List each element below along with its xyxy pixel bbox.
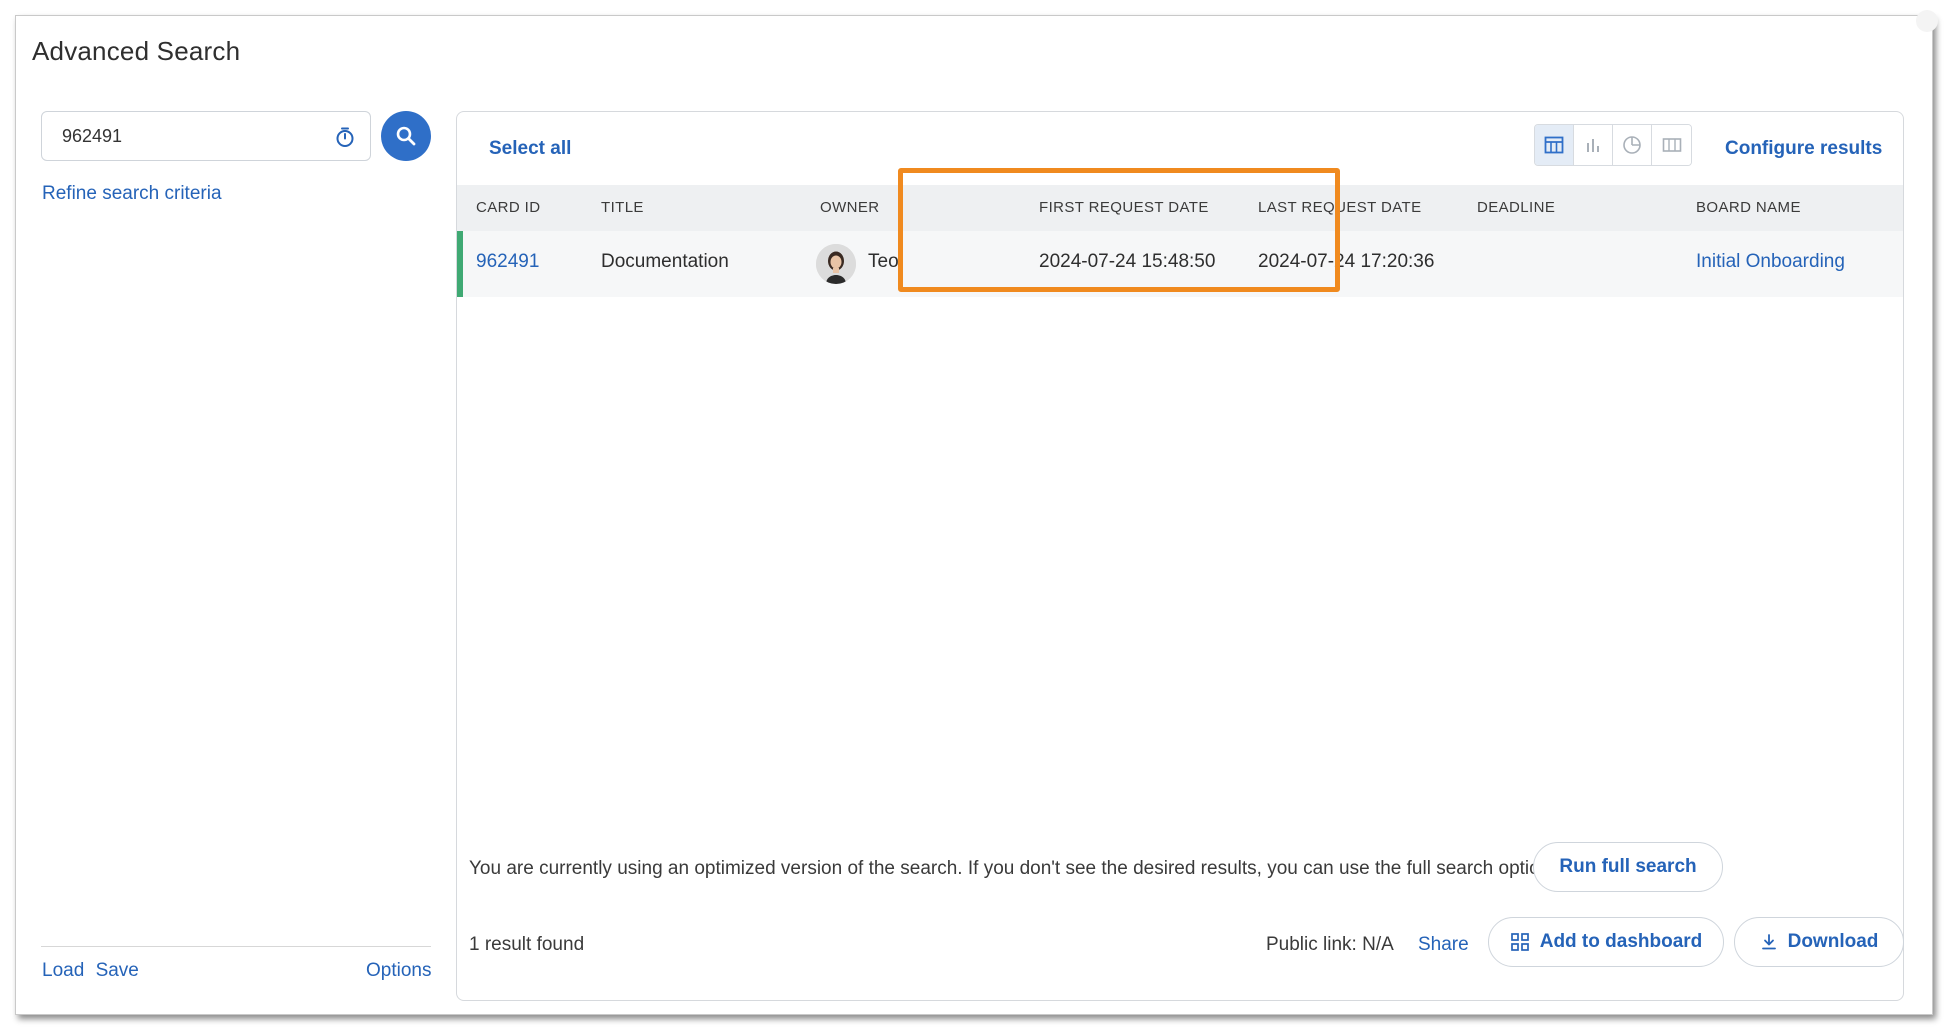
search-input[interactable] <box>42 112 322 160</box>
table-header: CARD ID TITLE OWNER FIRST REQUEST DATE L… <box>457 185 1903 231</box>
result-count: 1 result found <box>469 934 585 955</box>
view-switcher <box>1534 124 1692 166</box>
optimized-search-notice: You are currently using an optimized ver… <box>469 858 1551 879</box>
add-to-dashboard-button[interactable]: Add to dashboard <box>1488 917 1724 967</box>
card-id-link[interactable]: 962491 <box>476 251 539 273</box>
avatar <box>816 244 856 284</box>
add-to-dashboard-label: Add to dashboard <box>1539 931 1703 952</box>
select-all-link[interactable]: Select all <box>489 138 571 160</box>
column-header-board-name[interactable]: BOARD NAME <box>1696 199 1801 216</box>
columns-view-icon[interactable] <box>1652 125 1691 165</box>
table-row[interactable]: 962491 Documentation Teo 2024-07-24 15:4… <box>457 231 1903 297</box>
last-request-date: 2024-07-24 17:20:36 <box>1258 251 1435 272</box>
dialog-corner <box>1916 10 1938 32</box>
share-link[interactable]: Share <box>1418 934 1469 956</box>
column-header-last-request-date[interactable]: LAST REQUEST DATE <box>1258 199 1422 216</box>
owner-name: Teo <box>868 251 899 272</box>
download-label: Download <box>1787 931 1879 952</box>
column-header-title[interactable]: TITLE <box>601 199 644 216</box>
column-header-card-id[interactable]: CARD ID <box>476 199 540 216</box>
search-field[interactable] <box>41 111 371 161</box>
download-button[interactable]: Download <box>1734 917 1904 967</box>
row-color-marker <box>457 231 463 297</box>
column-header-first-request-date[interactable]: FIRST REQUEST DATE <box>1039 199 1209 216</box>
board-name-link[interactable]: Initial Onboarding <box>1696 251 1845 273</box>
refine-search-link[interactable]: Refine search criteria <box>42 183 222 205</box>
column-header-deadline[interactable]: DEADLINE <box>1477 199 1555 216</box>
table-view-icon[interactable] <box>1535 125 1574 165</box>
left-footer: Load Save <box>42 960 145 982</box>
public-link-status: Public link: N/A <box>1266 934 1394 955</box>
stopwatch-icon[interactable] <box>334 126 356 148</box>
left-panel-divider <box>41 946 431 947</box>
card-title: Documentation <box>601 251 729 272</box>
run-full-search-button[interactable]: Run full search <box>1533 842 1723 892</box>
search-button[interactable] <box>381 111 431 161</box>
page-title: Advanced Search <box>32 36 241 66</box>
save-link[interactable]: Save <box>96 960 139 981</box>
load-link[interactable]: Load <box>42 960 84 981</box>
results-panel: Select all Configure results CARD ID TIT… <box>456 111 1904 1001</box>
options-link[interactable]: Options <box>366 960 431 982</box>
first-request-date: 2024-07-24 15:48:50 <box>1039 251 1216 272</box>
search-icon <box>396 126 416 146</box>
bar-chart-icon[interactable] <box>1574 125 1613 165</box>
configure-results-link[interactable]: Configure results <box>1725 138 1882 160</box>
pie-chart-icon[interactable] <box>1613 125 1652 165</box>
download-icon <box>1761 934 1776 950</box>
dashboard-icon <box>1510 933 1529 951</box>
column-header-owner[interactable]: OWNER <box>820 199 880 216</box>
advanced-search-dialog: Advanced Search Refine search criteria L… <box>15 10 1938 1015</box>
